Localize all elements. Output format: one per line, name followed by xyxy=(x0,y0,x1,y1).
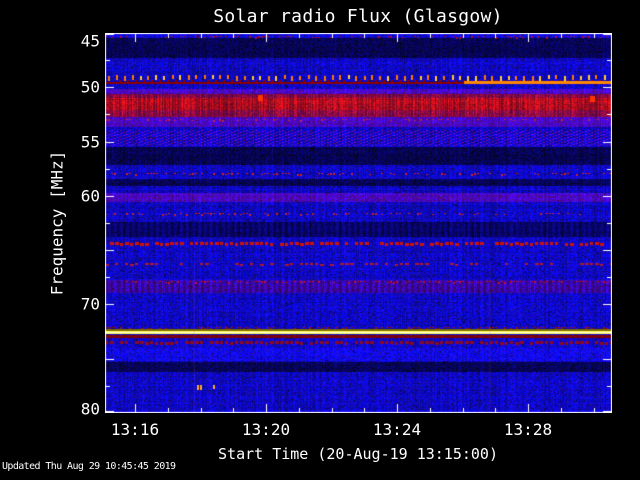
chart-title: Solar radio Flux (Glasgow) xyxy=(213,6,503,27)
spectrogram-canvas xyxy=(105,33,612,413)
x-tick-label: 13:20 xyxy=(241,420,291,439)
spectrogram-window: Solar radio Flux (Glasgow) Frequency [MH… xyxy=(0,0,640,480)
y-tick-label: 60 xyxy=(80,186,100,206)
updated-timestamp: Updated Thu Aug 29 10:45:45 2019 xyxy=(2,461,176,472)
y-tick-label: 50 xyxy=(80,77,100,97)
x-tick-label: 13:28 xyxy=(503,420,553,439)
y-tick-label: 45 xyxy=(80,31,100,51)
y-axis-label: Frequency [MHz] xyxy=(47,150,67,296)
y-tick-label: 80 xyxy=(80,399,100,419)
x-tick-label: 13:16 xyxy=(110,420,160,439)
y-tick-label: 55 xyxy=(80,132,100,152)
x-axis-label: Start Time (20-Aug-19 13:15:00) xyxy=(218,445,498,463)
x-tick-label: 13:24 xyxy=(372,420,422,439)
y-tick-label: 70 xyxy=(80,294,100,314)
